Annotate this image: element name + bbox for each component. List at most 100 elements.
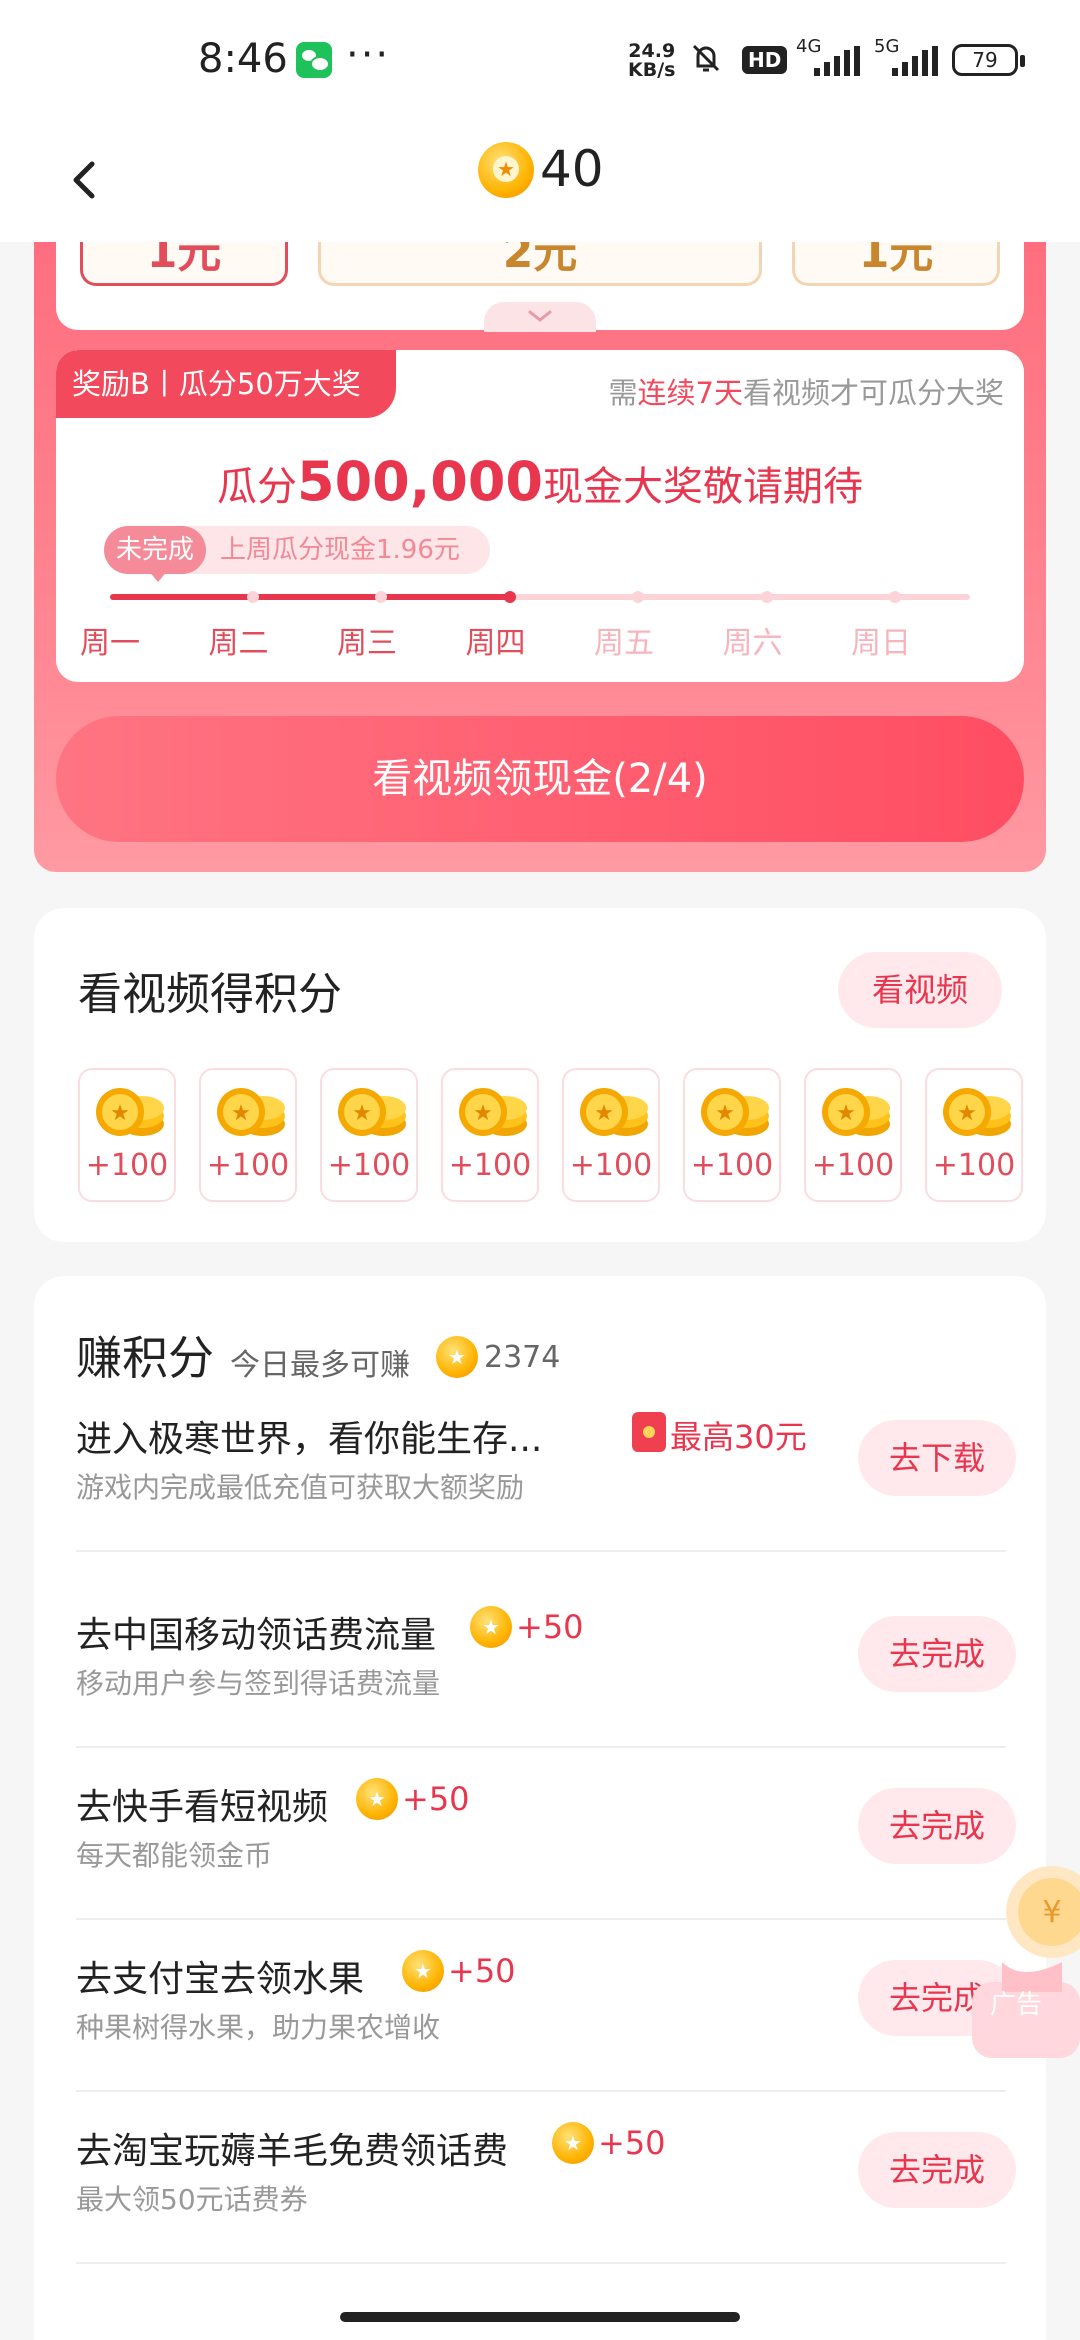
status-time: 8:46 — [198, 36, 288, 82]
hd-badge: HD — [742, 46, 788, 74]
hint-suffix: 看视频才可瓜分大奖 — [742, 376, 1004, 410]
floating-ad-label: 广告 — [990, 1990, 1043, 2020]
divider — [76, 2090, 1006, 2092]
progress-dot — [375, 591, 387, 603]
weekday-label: 周日 — [851, 626, 911, 661]
coin-reward-item[interactable]: ★ +100 — [441, 1068, 539, 1202]
coin-reward-item[interactable]: ★ +100 — [925, 1068, 1023, 1202]
title-prefix: 瓜分 — [217, 464, 298, 510]
section-title: 看视频得积分 — [78, 969, 342, 1020]
coin-reward-item[interactable]: ★ +100 — [804, 1068, 902, 1202]
task-reward: +50 — [598, 2124, 666, 2162]
coin-reward-label: +100 — [206, 1148, 290, 1183]
incomplete-badge: 未完成 — [104, 526, 207, 574]
task-row: 去快手看短视频 +50 每天都能领金币 去完成 — [76, 1778, 1016, 1948]
svg-text:¥: ¥ — [1042, 1895, 1061, 1930]
weekday-label: 周四 — [465, 626, 526, 661]
task-action-button[interactable]: 去完成 — [858, 1616, 1016, 1692]
progress-dot — [246, 591, 259, 603]
coin-reward-label: +100 — [85, 1148, 169, 1183]
last-week-cash: 上周瓜分现金1.96元 — [220, 535, 460, 565]
divider — [76, 2262, 1006, 2264]
reward-amount-option[interactable]: 2元 — [318, 242, 762, 286]
reward-amount-option[interactable]: 1元 — [80, 242, 288, 286]
reward-amount-option[interactable]: 1元 — [792, 242, 1000, 286]
watch-video-cash-button[interactable]: 看视频领现金(2/4) — [56, 716, 1024, 842]
red-packet-icon — [632, 1412, 666, 1452]
signal-icon — [814, 46, 860, 76]
coin-reward-item[interactable]: ★ +100 — [562, 1068, 660, 1202]
task-row: 去中国移动领话费流量 +50 移动用户参与签到得话费流量 去完成 — [76, 1606, 1016, 1776]
coin-reward-item[interactable]: ★ +100 — [683, 1068, 781, 1202]
task-action-button[interactable]: 去完成 — [858, 1788, 1016, 1864]
task-desc: 最大领50元话费券 — [76, 2183, 308, 2216]
task-row: 去支付宝去领水果+50种果树得水果，助力果农增收去完成 — [76, 1950, 1016, 2120]
network-rate-unit: KB/s — [628, 59, 676, 81]
hint-prefix: 需 — [608, 376, 638, 410]
reward-amount-label: 2元 — [502, 242, 578, 278]
badge-pointer — [148, 570, 168, 582]
coin-icon — [402, 1950, 444, 1992]
task-name: 去淘宝玩薅羊毛免费领话费 — [76, 2131, 509, 2172]
svg-text:★: ★ — [715, 1101, 735, 1126]
task-reward: +50 — [402, 1780, 470, 1818]
weekday-label: 周五 — [594, 626, 654, 661]
watch-video-button[interactable]: 看视频 — [838, 952, 1002, 1028]
reward-b-title: 瓜分500,000现金大奖敬请期待 — [56, 450, 1024, 513]
title-suffix: 现金大奖敬请期待 — [542, 464, 863, 510]
coin-stack-icon: ★ — [459, 1088, 527, 1136]
coin-reward-item[interactable]: ★ +100 — [78, 1068, 176, 1202]
svg-text:★: ★ — [836, 1101, 856, 1126]
earn-points-section: 赚积分 今日最多可赚 2374 进入极寒世界，看你能生存... 最高30元游戏内完… — [34, 1276, 1046, 2340]
coin-icon — [552, 2122, 594, 2164]
home-indicator[interactable] — [340, 2312, 740, 2322]
coin-stack-icon: ★ — [701, 1088, 769, 1136]
coin-stack-icon: ★ — [338, 1088, 406, 1136]
svg-text:★: ★ — [231, 1101, 251, 1126]
coin-icon — [436, 1336, 478, 1378]
top-nav: ★ 40 — [0, 120, 1080, 242]
svg-text:★: ★ — [594, 1101, 614, 1126]
wechat-icon — [296, 42, 332, 78]
status-bar: 8:46 ··· 24.9 KB/s HD 4G 5G 79 — [0, 0, 1080, 120]
progress-track — [110, 591, 970, 603]
divider — [76, 1550, 1006, 1552]
back-arrow-icon[interactable] — [56, 150, 116, 210]
svg-text:★: ★ — [957, 1101, 977, 1126]
coin-reward-label: +100 — [448, 1148, 532, 1183]
coin-icon — [470, 1606, 512, 1648]
coin-balance: 40 — [540, 140, 604, 198]
signal-icon-2 — [892, 46, 938, 76]
reward-b-tag: 奖励B丨瓜分50万大奖 — [56, 350, 396, 418]
coin-reward-item[interactable]: ★ +100 — [320, 1068, 418, 1202]
coin-reward-label: +100 — [811, 1148, 895, 1183]
coin-icon — [356, 1778, 398, 1820]
svg-text:★: ★ — [473, 1101, 493, 1126]
expand-toggle[interactable] — [484, 302, 596, 332]
coin-reward-label: +100 — [569, 1148, 653, 1183]
title-amount: 500,000 — [297, 450, 543, 513]
task-reward: +50 — [516, 1608, 584, 1646]
mute-icon — [692, 44, 720, 72]
coin-stack-icon: ★ — [580, 1088, 648, 1136]
earn-subtitle: 今日最多可赚 — [230, 1348, 410, 1383]
task-action-button[interactable]: 去下载 — [858, 1420, 1016, 1496]
coin-star-icon: ★ — [493, 156, 519, 182]
battery-icon: 79 — [952, 44, 1025, 76]
max-points: 2374 — [484, 1340, 561, 1375]
task-action-button[interactable]: 去完成 — [858, 2132, 1016, 2208]
task-row: 去淘宝玩薅羊毛免费领话费 +50 最大领50元话费券 去完成 — [76, 2122, 1016, 2292]
coin-stack-icon: ★ — [96, 1088, 164, 1136]
floating-ad-widget[interactable]: ¥ — [972, 1862, 1080, 2068]
watch-video-section: 看视频得积分 看视频 ★ +100 ★ +100 ★ +100 ★ +100 ★ +100 ★ +10… — [34, 908, 1046, 1242]
svg-text:★: ★ — [110, 1101, 130, 1126]
coin-reward-label: +100 — [327, 1148, 411, 1183]
divider — [76, 1746, 1006, 1748]
coin-stack-icon: ★ — [217, 1088, 285, 1136]
task-reward: 最高30元 — [670, 1418, 807, 1456]
progress-dot — [503, 591, 516, 603]
coin-reward-item[interactable]: ★ +100 — [199, 1068, 297, 1202]
reward-amount-label: 1元 — [146, 242, 222, 278]
reward-b-card: 奖励B丨瓜分50万大奖 需连续7天看视频才可瓜分大奖 瓜分500,000现金大奖… — [56, 350, 1024, 682]
reward-amount-label: 1元 — [858, 242, 934, 278]
